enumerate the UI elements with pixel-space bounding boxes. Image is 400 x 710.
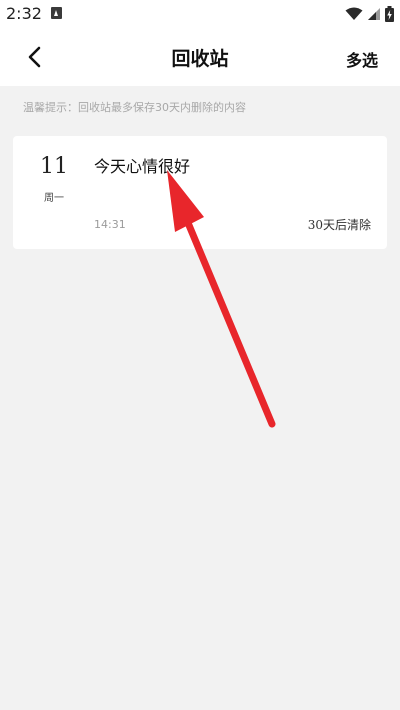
note-title: 今天心情很好 xyxy=(94,157,191,176)
note-weekday: 周一 xyxy=(44,193,64,204)
wifi-icon xyxy=(345,7,363,20)
status-bar: 2:32 xyxy=(0,0,400,28)
deleted-note-item[interactable]: 11 周一 今天心情很好 14:31 30天后清除 xyxy=(13,136,387,249)
retention-hint: 温馨提示：回收站最多保存30天内删除的内容 xyxy=(23,101,246,114)
status-time: 2:32 xyxy=(6,4,42,23)
page-title: 回收站 xyxy=(171,48,229,70)
signal-icon xyxy=(368,8,380,20)
note-date-day: 11 xyxy=(40,154,68,179)
note-expire-label: 30天后清除 xyxy=(307,218,371,232)
status-icons xyxy=(345,5,394,23)
multi-select-button[interactable]: 多选 xyxy=(346,47,378,71)
app-bar: 回收站 多选 xyxy=(0,28,400,86)
note-time: 14:31 xyxy=(94,218,126,231)
battery-icon xyxy=(385,6,394,22)
notification-icon xyxy=(51,7,62,19)
